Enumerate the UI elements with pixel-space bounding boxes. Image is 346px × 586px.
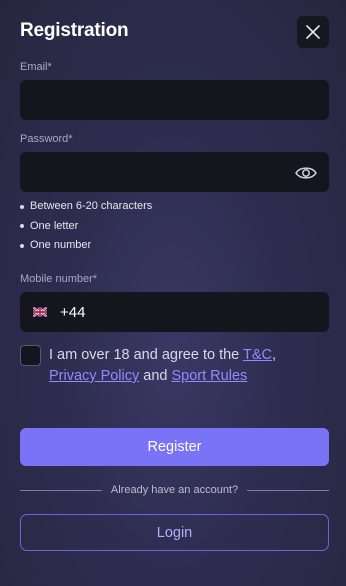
bullet-icon [20,224,24,228]
account-divider: Already have an account? [20,482,330,498]
requirement-text: Between 6-20 characters [30,200,153,212]
mobile-label: Mobile number* [20,273,98,285]
password-label: Password* [20,133,73,145]
modal-title: Registration [20,20,129,41]
close-icon [306,25,320,39]
terms-prefix: I am over 18 and agree to the [49,347,244,363]
close-button[interactable] [297,16,329,48]
password-input[interactable] [20,152,329,192]
register-button[interactable]: Register [20,428,329,466]
requirement-item: One number [20,239,152,259]
terms-and: and [139,368,172,384]
requirement-item: One letter [20,220,152,240]
uk-flag-icon[interactable] [33,307,47,317]
dial-code: +44 [60,303,86,321]
email-label: Email* [20,61,52,73]
sport-rules-link[interactable]: Sport Rules [172,368,248,384]
divider-line-right [247,489,330,491]
divider-text: Already have an account? [110,484,239,496]
terms-text: I am over 18 and agree to the T&C, Privac… [49,345,331,387]
mobile-number-field[interactable]: +44 [20,292,329,332]
bullet-icon [20,204,24,209]
show-password-toggle[interactable] [292,162,320,184]
privacy-policy-link[interactable]: Privacy Policy [49,368,139,384]
divider-line-left [20,489,102,491]
login-button[interactable]: Login [20,514,329,551]
registration-modal: Registration Email* Password* Between 6-… [0,0,346,586]
tc-link[interactable]: T&C [243,347,272,363]
requirement-text: One number [30,239,92,251]
bullet-icon [20,243,24,248]
requirement-item: Between 6-20 characters [20,200,152,220]
eye-icon [295,167,317,179]
password-requirements: Between 6-20 characters One letter One n… [20,200,152,259]
terms-comma: , [272,347,277,363]
email-input[interactable] [20,80,329,120]
requirement-text: One letter [30,219,79,232]
age-terms-checkbox[interactable] [20,345,41,366]
